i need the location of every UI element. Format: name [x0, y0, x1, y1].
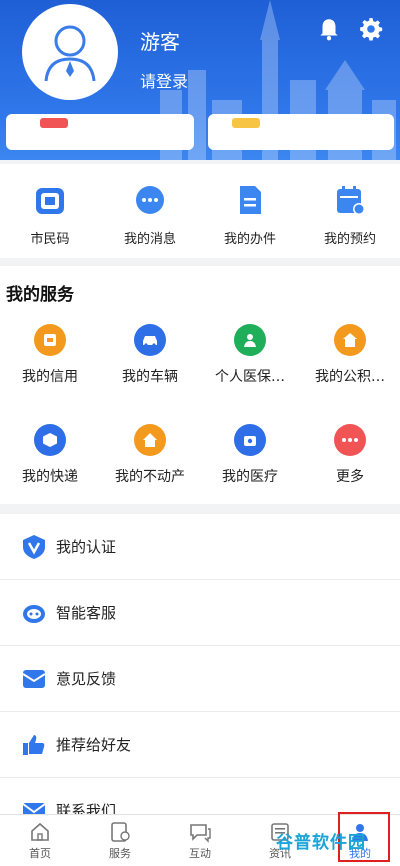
service-medical[interactable]: 我的医疗 [200, 424, 300, 486]
service-label: 我的快递 [22, 469, 78, 485]
quick-item-messages[interactable]: 我的消息 [100, 184, 200, 247]
profile-header: 游客 请登录 [0, 0, 400, 160]
quick-item-appointments[interactable]: 我的预约 [300, 184, 400, 247]
feedback-icon [20, 665, 48, 693]
watermark: 谷普软件园 [276, 833, 366, 853]
service-credit[interactable]: 我的信用 [0, 324, 100, 386]
list-item-label: 意见反馈 [56, 670, 117, 688]
quick-item-label: 我的办件 [223, 232, 276, 247]
tab-interact[interactable]: 互动 [160, 815, 240, 866]
guest-name: 游客 [140, 30, 180, 54]
my-services-section: 我的服务 我的信用 我的车辆 个人医保… 我的公积… 我的快递 我的不动产 我的… [0, 266, 400, 504]
section-title: 我的服务 [6, 285, 74, 305]
list-item-label: 我的认证 [56, 538, 117, 556]
service-medical-insurance[interactable]: 个人医保… [200, 324, 300, 386]
service-label: 我的信用 [22, 369, 78, 385]
medical-icon [234, 424, 266, 456]
tab-service[interactable]: 服务 [80, 815, 160, 866]
tab-label: 首页 [29, 847, 51, 860]
quick-item-label: 我的预约 [323, 232, 376, 247]
shortcut-card-right[interactable] [208, 114, 394, 150]
gear-icon[interactable] [358, 16, 384, 42]
shortcut-card-left[interactable] [6, 114, 194, 150]
chat-icon [190, 824, 211, 843]
calendar-icon [334, 184, 366, 216]
tab-label: 互动 [189, 847, 211, 860]
login-link[interactable]: 请登录 [140, 68, 188, 92]
car-icon [134, 324, 166, 356]
mail-icon [20, 797, 48, 814]
service-label: 我的公积… [315, 369, 385, 385]
quick-item-label: 我的消息 [123, 232, 176, 247]
tab-home[interactable]: 首页 [0, 815, 80, 866]
quick-item-documents[interactable]: 我的办件 [200, 184, 300, 247]
message-icon [134, 184, 166, 216]
robot-icon [20, 599, 48, 627]
service-label: 我的不动产 [115, 469, 185, 485]
service-label: 我的车辆 [122, 369, 178, 385]
service-more[interactable]: 更多 [300, 424, 400, 486]
quick-item-citizen-code[interactable]: 市民码 [0, 184, 100, 247]
service-label: 个人医保… [215, 369, 285, 385]
housing-fund-icon [334, 324, 366, 356]
package-icon [34, 424, 66, 456]
document-icon [234, 184, 266, 216]
service-vehicle[interactable]: 我的车辆 [100, 324, 200, 386]
list-item-robot[interactable]: 智能客服 [0, 580, 400, 646]
avatar[interactable] [22, 4, 118, 100]
verify-icon [20, 533, 48, 561]
credit-icon [34, 324, 66, 356]
service-package[interactable]: 我的快递 [0, 424, 100, 486]
service-real-estate[interactable]: 我的不动产 [100, 424, 200, 486]
user-avatar-icon [44, 25, 96, 82]
settings-list: 我的认证 智能客服 意见反馈 推荐给好友 联系我们 [0, 514, 400, 814]
home-icon [31, 822, 49, 841]
house-icon [134, 424, 166, 456]
quick-item-label: 市民码 [30, 232, 70, 247]
service-icon [111, 822, 130, 842]
list-item-label: 推荐给好友 [56, 736, 132, 754]
quick-actions: 市民码 我的消息 我的办件 我的预约 [0, 164, 400, 258]
medical-insurance-icon [234, 324, 266, 356]
list-item-label: 智能客服 [56, 604, 117, 622]
tab-label: 服务 [109, 847, 131, 860]
service-housing-fund[interactable]: 我的公积… [300, 324, 400, 386]
citizen-code-icon [34, 184, 66, 216]
list-item-feedback[interactable]: 意见反馈 [0, 646, 400, 712]
service-label: 我的医疗 [222, 469, 278, 485]
service-label: 更多 [336, 469, 364, 485]
list-item-verify[interactable]: 我的认证 [0, 514, 400, 580]
more-icon [334, 424, 366, 456]
list-item-recommend[interactable]: 推荐给好友 [0, 712, 400, 778]
list-item-contact[interactable]: 联系我们 [0, 778, 400, 814]
bell-icon[interactable] [316, 16, 342, 42]
thumbs-up-icon [20, 731, 48, 759]
list-item-label: 联系我们 [56, 802, 117, 814]
